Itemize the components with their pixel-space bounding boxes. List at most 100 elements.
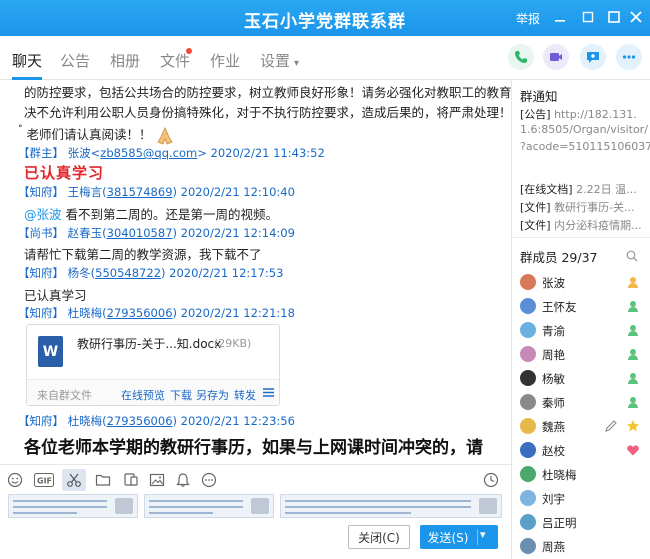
add-app-icon[interactable]: [580, 44, 606, 70]
screenshot-scissors-icon[interactable]: [62, 469, 86, 491]
members-title: 群成员 29/37: [520, 250, 598, 265]
sender-contact-close: ): [161, 266, 166, 280]
tab-homework[interactable]: 作业: [210, 50, 240, 71]
video-call-icon[interactable]: [543, 44, 569, 70]
member-role: 【知府】: [18, 414, 64, 428]
preview-online-link[interactable]: 在线预览: [121, 387, 165, 403]
member-item[interactable]: 张波: [520, 273, 646, 293]
sender-name[interactable]: 王梅言: [68, 185, 103, 199]
member-role: 【尚书】: [18, 226, 64, 240]
close-button[interactable]: 关闭(C): [348, 525, 410, 549]
chevron-down-icon[interactable]: ▾: [480, 528, 486, 541]
pasted-image-thumbnail[interactable]: [144, 494, 274, 518]
avatar: [520, 274, 536, 290]
screen-share-icon[interactable]: [122, 471, 140, 489]
sender-name[interactable]: 赵春玉: [68, 226, 103, 240]
send-label: 发送(S): [427, 531, 469, 545]
notice-line[interactable]: [文件] 内分泌科疫情期...: [520, 217, 642, 233]
tab-settings[interactable]: 设置 ▾: [260, 50, 299, 71]
download-link[interactable]: 下载: [170, 387, 192, 403]
search-icon[interactable]: [626, 250, 638, 262]
edit-icon[interactable]: [604, 419, 618, 433]
admin-badge-icon: [626, 299, 640, 313]
tab-files[interactable]: 文件: [160, 50, 190, 71]
sender-contact[interactable]: 304010587: [107, 226, 173, 240]
admin-badge-icon: [626, 395, 640, 409]
tab-chat[interactable]: 聊天: [12, 50, 42, 71]
notice-line[interactable]: [在线文档] 2.22日 温...: [520, 181, 637, 197]
sender-contact[interactable]: 279356006: [107, 306, 173, 320]
pasted-image-thumbnail[interactable]: [8, 494, 138, 518]
avatar: [520, 418, 536, 434]
mention[interactable]: @张波: [24, 207, 62, 222]
menu-icon[interactable]: [263, 387, 274, 401]
pasted-image-thumbnail[interactable]: [280, 494, 502, 518]
folder-icon[interactable]: [94, 471, 112, 489]
member-item[interactable]: 杜晓梅: [520, 465, 646, 485]
file-card[interactable]: W 教研行事历-关于...知.docx (29KB) 来自群文件 在线预览 下载…: [26, 324, 280, 406]
member-item[interactable]: 吕正明: [520, 513, 646, 533]
message-text: ° 老师们请认真阅读！！: [18, 124, 175, 145]
sender-contact-close: ): [172, 226, 178, 240]
message-text: 决不允许利用公职人员身份搞特殊化，对于不执行防控要求，造成后果的，将严肃处理！: [24, 105, 511, 120]
bell-icon[interactable]: [174, 471, 192, 489]
sender-name[interactable]: 杜晓梅: [68, 306, 103, 320]
praying-hands-icon: [155, 126, 175, 145]
tab-announcements[interactable]: 公告: [60, 50, 90, 71]
notice-line[interactable]: 1.6:8505/Organ/visitor/: [520, 123, 648, 136]
message-body: 看不到第二周的。还是第一周的视频。: [61, 207, 278, 222]
member-item[interactable]: 刘宇: [520, 489, 646, 509]
notice-line[interactable]: [文件] 教研行事历-关...: [520, 199, 635, 215]
notice-text: ?acode=510115106037: [520, 140, 650, 153]
member-item[interactable]: 秦师: [520, 393, 646, 413]
notice-tag: [文件]: [520, 201, 551, 214]
member-name: 张波: [542, 276, 565, 290]
notice-text: 内分泌科疫情期...: [550, 219, 642, 232]
member-item[interactable]: 杨敏: [520, 369, 646, 389]
sender-contact-close: ): [172, 185, 178, 199]
more-icon[interactable]: [616, 44, 642, 70]
maximize-icon[interactable]: [604, 7, 624, 27]
close-icon[interactable]: [626, 7, 646, 27]
member-item[interactable]: 青渝: [520, 321, 646, 341]
sender-name[interactable]: 张波: [68, 146, 91, 160]
notice-line[interactable]: [公告] http://182.131.: [520, 106, 637, 122]
member-item[interactable]: 王怀友: [520, 297, 646, 317]
sender-contact[interactable]: zb8585@qq.com: [100, 146, 197, 160]
member-name: 王怀友: [542, 300, 577, 314]
message-text: 请帮忙下载第二周的教学资源，我下载不了: [24, 247, 262, 262]
member-role: 【知府】: [18, 185, 64, 199]
sender-contact[interactable]: 381574869: [107, 185, 173, 199]
member-name: 周艳: [542, 348, 565, 362]
admin-badge-icon: [626, 323, 640, 337]
avatar: [520, 490, 536, 506]
sender-contact[interactable]: 550548722: [95, 266, 161, 280]
sender-contact[interactable]: 279356006: [107, 414, 173, 428]
more-options-icon[interactable]: [200, 471, 218, 489]
member-item[interactable]: 赵校: [520, 441, 646, 461]
member-item[interactable]: 周艳: [520, 345, 646, 365]
notice-text: 教研行事历-关...: [550, 201, 635, 214]
notice-title: 群通知: [520, 89, 558, 104]
file-name[interactable]: 教研行事历-关于...知.docx: [77, 335, 221, 352]
sender-name[interactable]: 杜晓梅: [68, 414, 103, 428]
minimize-icon[interactable]: [550, 7, 570, 27]
restore-icon[interactable]: [578, 7, 598, 27]
member-item[interactable]: 魏燕: [520, 417, 646, 437]
forward-link[interactable]: 转发: [234, 387, 256, 403]
sender-name[interactable]: 杨冬: [68, 266, 91, 280]
phone-call-icon[interactable]: [508, 44, 534, 70]
message-header: 【尚书】 赵春玉(304010587) 2020/2/21 12:14:09: [18, 225, 295, 241]
send-button[interactable]: 发送(S) ▾: [420, 525, 498, 549]
gif-icon[interactable]: GIF: [34, 471, 54, 489]
member-item[interactable]: 周燕: [520, 537, 646, 557]
member-name: 杨敏: [542, 372, 565, 386]
chat-history[interactable]: 的防控要求，包括公共场合的防控要求，树立教师良好形象！请务必强化对教职工的教育管…: [0, 80, 511, 464]
save-as-link[interactable]: 另存为: [196, 387, 229, 403]
history-clock-icon[interactable]: [482, 471, 500, 489]
tab-album[interactable]: 相册: [110, 50, 140, 71]
report-link[interactable]: 举报: [516, 10, 540, 27]
image-icon[interactable]: [148, 471, 166, 489]
emoji-icon[interactable]: [6, 471, 24, 489]
notice-line[interactable]: ?acode=510115106037: [520, 140, 650, 153]
